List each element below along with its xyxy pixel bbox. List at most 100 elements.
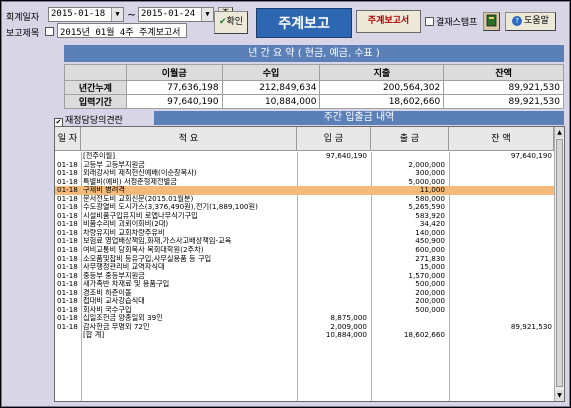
report-button[interactable]: 주계보고서 <box>356 10 421 33</box>
annual-summary-title: 년 간 요 약 ( 현금, 예금, 수표 ) <box>64 45 564 62</box>
row-in: 97,640,190 <box>325 152 367 160</box>
annual-row: 입력기간 97,640,190 10,884,000 18,602,660 89… <box>64 94 564 109</box>
row-desc: 외래강사비 제직헌신예배(이순창목사) <box>83 169 197 178</box>
scroll-thumb[interactable] <box>556 139 563 387</box>
row-out: 450,900 <box>415 237 445 246</box>
row-out: 11,000 <box>419 186 445 195</box>
row-in: 2,009,000 <box>330 322 367 331</box>
row-desc: 비품수리비 괴뢰이회비(2대) <box>83 220 169 229</box>
help-button[interactable]: ? 도움말 <box>505 12 556 31</box>
col-header-date[interactable]: 일 자 <box>55 127 81 151</box>
row-desc: 회사비 국수구입 <box>83 305 132 314</box>
row-out: 140,000 <box>415 228 445 237</box>
row-date: 01-18 <box>57 314 78 323</box>
table-row[interactable]: 01-18 경조비 하준이돌 200,000 <box>55 289 554 298</box>
row-out: 5,265,590 <box>408 203 445 212</box>
table-row[interactable]: 01-18 문서전도비 교회신문(2015.01월분) 580,000 <box>55 195 554 204</box>
table-row[interactable]: 01-18 사무행정관리비 교역자식대 15,000 <box>55 263 554 272</box>
row-date: 01-18 <box>57 228 78 237</box>
table-row[interactable]: 01-18 외래강사비 제직헌신예배(이순창목사) 300,000 <box>55 169 554 178</box>
stamp-checkbox[interactable] <box>425 17 434 26</box>
col-header-in[interactable]: 입 금 <box>297 127 371 151</box>
row-out: 15,000 <box>419 263 445 272</box>
annual-cell: 89,921,530 <box>443 94 564 109</box>
row-date: 01-18 <box>57 322 78 331</box>
table-row[interactable]: 01-18 새가족반 차재료 및 용품구입 500,000 <box>55 280 554 289</box>
row-desc: 수도광열비 도시가스(3,376,490원),전기(1,889,100원) <box>83 203 258 212</box>
row-date: 01-18 <box>57 263 78 272</box>
page-title: 주계보고 <box>256 8 352 38</box>
row-date: 01-18 <box>57 203 78 212</box>
table-row[interactable]: 01-18 여비교통비 당회목사 목회대학원(2주차) 600,000 <box>55 246 554 255</box>
row-out: 34,420 <box>419 220 445 229</box>
annual-header: 지출 <box>319 64 445 81</box>
row-desc: [합 계] <box>83 331 105 340</box>
row-date: 01-18 <box>57 246 78 255</box>
chevron-down-icon[interactable]: ▼ <box>201 8 213 21</box>
scroll-down-icon[interactable]: ▼ <box>555 390 564 401</box>
scroll-up-icon[interactable]: ▲ <box>555 127 564 138</box>
table-row[interactable]: [전주이월] 97,640,190 97,640,190 <box>55 152 554 161</box>
row-out: 300,000 <box>415 169 445 178</box>
table-row[interactable]: [합 계] 10,884,000 18,602,660 <box>55 331 554 340</box>
annual-summary-table: 이월금 수입 지출 잔액 년간누계 77,636,198 212,849,634… <box>64 64 564 109</box>
row-out: 271,830 <box>415 254 445 263</box>
report-title-label: 보고제목 <box>6 29 40 39</box>
table-row[interactable]: 01-18 시설비품구입유지비 로앱나무식기구입 583,920 <box>55 212 554 221</box>
row-desc: 경조비 하준이돌 <box>83 288 132 297</box>
date-to-field[interactable]: 2015-01-24 ▼ <box>138 7 214 22</box>
table-row[interactable]: 01-18 특별비(예비) 서정춘형제전별금 5,000,000 <box>55 178 554 187</box>
report-title-field[interactable]: 2015년 01월 4주 주계보고서 <box>57 23 187 38</box>
row-out: 1,570,000 <box>408 271 445 280</box>
chevron-down-icon[interactable]: ▼ <box>111 8 123 21</box>
row-date: 01-18 <box>57 177 78 186</box>
annual-header: 잔액 <box>443 64 564 81</box>
date-from-field[interactable]: 2015-01-18 ▼ <box>48 7 124 22</box>
row-date: 01-18 <box>57 220 78 229</box>
stamp-option[interactable]: 결재스탬프 <box>425 15 477 28</box>
row-out: 18,602,660 <box>403 331 445 340</box>
table-row[interactable]: 01-18 차량유지비 교회차량주유비 140,000 <box>55 229 554 238</box>
transactions-grid[interactable]: 일 자 적 요 입 금 출 금 잔 액 [전주이월] 97,640,190 97,6… <box>54 126 565 402</box>
table-row[interactable]: 01-18 비품수리비 괴뢰이회비(2대) 34,420 <box>55 220 554 229</box>
annual-cell: 200,564,302 <box>319 80 445 95</box>
opinion-option[interactable]: ✔ 재정담당의견란 <box>54 113 123 127</box>
col-header-out[interactable]: 출 금 <box>371 127 449 151</box>
table-row[interactable]: 01-18 보험료 영업배상책임,화재,가스사고배상책임-교육 450,900 <box>55 237 554 246</box>
table-row[interactable]: 01-18 고등부 고등부지원금 2,000,000 <box>55 161 554 170</box>
table-row[interactable]: 01-18 소모품및잡비 등유구입,사무실용품 등 구입 271,830 <box>55 255 554 264</box>
col-header-desc[interactable]: 적 요 <box>81 127 297 151</box>
row-desc: 접대비 교사강습식대 <box>83 297 145 306</box>
row-out: 583,920 <box>415 211 445 220</box>
table-row[interactable]: 01-18 수도광열비 도시가스(3,376,490원),전기(1,889,100… <box>55 203 554 212</box>
row-date: 01-18 <box>57 288 78 297</box>
vertical-scrollbar[interactable]: ▲ ▼ <box>554 127 564 401</box>
row-desc: 소모품및잡비 등유구입,사무실용품 등 구입 <box>83 254 212 263</box>
report-title-checkbox[interactable] <box>45 27 54 36</box>
book-icon[interactable] <box>483 12 500 31</box>
table-row[interactable]: 01-18 감사헌금 무명외 72인 2,009,000 89,921,530 <box>55 323 554 332</box>
row-date: 01-18 <box>57 211 78 220</box>
row-date: 01-18 <box>57 297 78 306</box>
annual-row-label: 년간누계 <box>64 80 127 95</box>
confirm-button[interactable]: ✔확인 <box>214 11 248 34</box>
table-row[interactable]: 01-18 중등부 중등부지원금 1,570,000 <box>55 272 554 281</box>
annual-header: 이월금 <box>125 64 223 81</box>
col-header-balance[interactable]: 잔 액 <box>449 127 554 151</box>
table-row[interactable]: 01-18 접대비 교사강습식대 200,000 <box>55 297 554 306</box>
row-out: 200,000 <box>415 297 445 306</box>
row-desc: 여비교통비 당회목사 목회대학원(2주차) <box>83 246 204 255</box>
table-row[interactable]: 01-18 십일조헌금 양종일외 39인 8,875,000 <box>55 314 554 323</box>
grid-header: 일 자 적 요 입 금 출 금 잔 액 <box>55 127 564 151</box>
row-desc: 차량유지비 교회차량주유비 <box>83 228 165 237</box>
help-icon: ? <box>512 16 523 26</box>
row-date: 01-18 <box>57 271 78 280</box>
table-row[interactable]: 01-18 구제비 병려격 11,000 <box>55 186 554 195</box>
row-date: 01-18 <box>57 160 78 169</box>
main-window: 회계일자 2015-01-18 ▼ ~ 2015-01-24 ▼ 주 보고제목 … <box>1 1 570 407</box>
table-row[interactable]: 01-18 회사비 국수구입 500,000 <box>55 306 554 315</box>
row-desc: 고등부 고등부지원금 <box>83 160 145 169</box>
row-balance: 89,921,530 <box>510 322 552 331</box>
row-out: 5,000,000 <box>408 177 445 186</box>
row-date: 01-18 <box>57 305 78 314</box>
